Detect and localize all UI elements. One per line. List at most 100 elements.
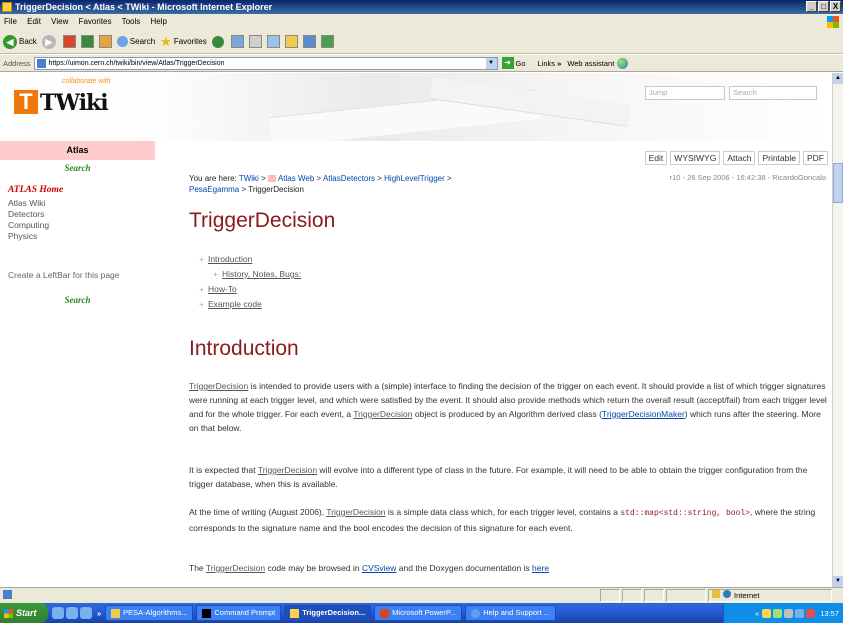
pdf-action[interactable]: PDF bbox=[803, 151, 828, 165]
quicklaunch-icon[interactable] bbox=[80, 607, 92, 619]
sidebar-item-computing[interactable]: Computing bbox=[8, 220, 155, 231]
favorites-button[interactable]: ★ Favorites bbox=[160, 34, 207, 50]
go-button[interactable]: ➜ Go bbox=[501, 57, 526, 69]
stop-button[interactable] bbox=[62, 35, 76, 48]
tray-icon[interactable] bbox=[806, 608, 816, 618]
toc-item: + Example code bbox=[199, 297, 301, 312]
menu-view[interactable]: View bbox=[51, 17, 68, 26]
quicklaunch-icon[interactable] bbox=[66, 607, 78, 619]
search-label: Search bbox=[129, 37, 156, 46]
sidebar-item-physics[interactable]: Physics bbox=[8, 231, 155, 242]
tray-icon[interactable] bbox=[784, 608, 794, 618]
search-input[interactable]: Search bbox=[729, 86, 817, 100]
edit-action[interactable]: Edit bbox=[644, 151, 668, 165]
forward-button[interactable]: ▶ bbox=[41, 34, 58, 49]
sidebar-home-link[interactable]: ATLAS Home bbox=[8, 185, 155, 195]
page-icon bbox=[36, 58, 46, 68]
toc-history-link[interactable]: History, Notes, Bugs: bbox=[222, 269, 301, 279]
address-input[interactable]: https://uimon.cern.ch/twiki/bin/view/Atl… bbox=[33, 56, 498, 70]
tray-icon[interactable] bbox=[795, 608, 805, 618]
trigger-decision-link[interactable]: TriggerDecision bbox=[206, 563, 265, 573]
search-button[interactable]: Search bbox=[116, 36, 156, 47]
paragraph-text: and the Doxygen documentation is bbox=[396, 563, 533, 573]
tray-icon[interactable] bbox=[773, 608, 783, 618]
create-leftbar-link[interactable]: Create a LeftBar for this page bbox=[8, 268, 147, 283]
folder-button[interactable] bbox=[284, 35, 298, 48]
sidebar-item-detectors[interactable]: Detectors bbox=[8, 209, 155, 220]
links-button[interactable]: Links » bbox=[538, 59, 562, 68]
attach-action[interactable]: Attach bbox=[723, 151, 756, 165]
main-content: Edit WYSIWYG Attach Printable PDF You ar… bbox=[155, 141, 832, 587]
scroll-up-icon[interactable]: ▲ bbox=[833, 73, 843, 84]
breadcrumb-twiki[interactable]: TWiki bbox=[239, 174, 259, 183]
windows-flag-icon bbox=[4, 608, 13, 618]
breadcrumb-pesa-egamma[interactable]: PesaEgamma bbox=[189, 185, 239, 194]
menu-file[interactable]: File bbox=[4, 17, 17, 26]
topic-actions: Edit WYSIWYG Attach Printable PDF bbox=[644, 151, 828, 165]
vertical-scrollbar[interactable]: ▲ ▼ bbox=[832, 73, 843, 587]
scroll-down-icon[interactable]: ▼ bbox=[833, 576, 843, 587]
refresh-button[interactable] bbox=[80, 35, 94, 48]
task-powerpoint[interactable]: Microsoft PowerP... bbox=[374, 605, 463, 621]
task-label: TriggerDecision... bbox=[302, 608, 366, 617]
paragraph-1: TriggerDecision is intended to provide u… bbox=[189, 379, 831, 435]
menu-help[interactable]: Help bbox=[151, 17, 167, 26]
trigger-decision-link[interactable]: TriggerDecision bbox=[326, 507, 385, 517]
web-name[interactable]: Atlas bbox=[0, 141, 155, 160]
quicklaunch-chevron-icon[interactable]: » bbox=[97, 609, 101, 618]
research-button[interactable] bbox=[302, 35, 316, 48]
back-button[interactable]: ◀ Back bbox=[3, 34, 37, 49]
toc-example-link[interactable]: Example code bbox=[208, 299, 262, 309]
trigger-decision-link[interactable]: TriggerDecision bbox=[189, 381, 248, 391]
task-command-prompt[interactable]: Command Prompt bbox=[196, 605, 282, 621]
trigger-decision-link[interactable]: TriggerDecision bbox=[353, 409, 412, 419]
jump-input[interactable]: Jump bbox=[645, 86, 725, 100]
tray-icon[interactable] bbox=[762, 608, 772, 618]
breadcrumb-atlas-web[interactable]: Atlas Web bbox=[278, 174, 314, 183]
task-help-support[interactable]: Help and Support ... bbox=[465, 605, 556, 621]
twiki-logo[interactable]: collaborate with T TWiki bbox=[14, 78, 154, 138]
toc-introduction-link[interactable]: Introduction bbox=[208, 254, 252, 264]
maximize-button[interactable]: □ bbox=[818, 1, 829, 12]
start-button[interactable]: Start bbox=[0, 603, 48, 623]
twiki-header: collaborate with T TWiki Jump Search bbox=[0, 73, 832, 141]
minimize-button[interactable]: _ bbox=[806, 1, 817, 12]
toc-howto-link[interactable]: How-To bbox=[208, 284, 237, 294]
history-button[interactable] bbox=[211, 35, 226, 48]
doxygen-here-link[interactable]: here bbox=[532, 563, 549, 573]
close-button[interactable]: X bbox=[830, 1, 841, 12]
sidebar-search-bottom-link[interactable]: Search bbox=[0, 295, 155, 305]
status-pane bbox=[666, 589, 706, 602]
task-pesa-algorithms[interactable]: PESA-Algorithms... bbox=[105, 605, 194, 621]
system-tray: « 13:57 bbox=[723, 603, 843, 623]
print-button[interactable] bbox=[248, 35, 262, 48]
paragraph-text: object is produced by an Algorithm deriv… bbox=[412, 409, 602, 419]
research-icon bbox=[302, 35, 316, 48]
clock[interactable]: 13:57 bbox=[820, 609, 839, 618]
messenger-button[interactable] bbox=[320, 35, 334, 48]
menu-tools[interactable]: Tools bbox=[122, 17, 141, 26]
tray-chevron-icon[interactable]: « bbox=[755, 609, 759, 618]
task-trigger-decision[interactable]: TriggerDecision... bbox=[284, 605, 372, 621]
cvsview-link[interactable]: CVSview bbox=[362, 563, 396, 573]
wysiwyg-action[interactable]: WYSIWYG bbox=[670, 151, 721, 165]
task-label: Command Prompt bbox=[214, 608, 276, 617]
mail-button[interactable] bbox=[230, 35, 244, 48]
scroll-thumb[interactable] bbox=[833, 163, 843, 203]
edit-button[interactable] bbox=[266, 35, 280, 48]
quicklaunch-icon[interactable] bbox=[52, 607, 64, 619]
menu-edit[interactable]: Edit bbox=[27, 17, 41, 26]
breadcrumb-atlas-detectors[interactable]: AtlasDetectors bbox=[323, 174, 375, 183]
breadcrumb-high-level-trigger[interactable]: HighLevelTrigger bbox=[384, 174, 445, 183]
sidebar-search-link[interactable]: Search bbox=[0, 163, 155, 173]
trigger-decision-link[interactable]: TriggerDecision bbox=[258, 465, 317, 475]
printable-action[interactable]: Printable bbox=[758, 151, 800, 165]
address-label: Address bbox=[3, 58, 31, 68]
sidebar-item-atlas-wiki[interactable]: Atlas Wiki bbox=[8, 198, 155, 209]
web-assistant-button[interactable]: Web assistant bbox=[567, 57, 629, 69]
home-button[interactable] bbox=[98, 35, 112, 48]
trigger-decision-maker-link[interactable]: TriggerDecisionMaker bbox=[602, 409, 685, 419]
address-dropdown-icon[interactable]: ▼ bbox=[485, 57, 497, 69]
menu-favorites[interactable]: Favorites bbox=[79, 17, 112, 26]
powerpoint-icon bbox=[380, 608, 390, 618]
